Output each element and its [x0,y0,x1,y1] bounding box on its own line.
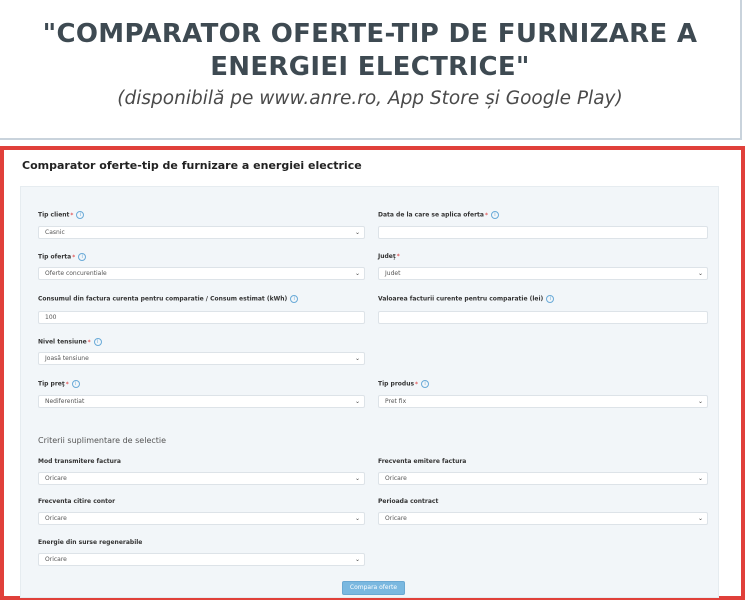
info-icon[interactable]: i [290,295,299,303]
valoare-factura-label: Valoarea facturii curente pentru compara… [378,295,555,303]
perioada-contract-label: Perioada contract [378,498,439,505]
chevron-down-icon: ⌄ [354,229,360,236]
chevron-down-icon: ⌄ [354,355,360,362]
mod-transmitere-label: Mod transmitere factura [38,458,121,465]
energie-regenerabila-label: Energie din surse regenerabile [38,539,143,546]
banner-subtitle: (disponibilă pe www.anre.ro, App Store ș… [117,88,623,109]
nivel-tensiune-label: Nivel tensiune* i [38,338,102,346]
data-oferta-label: Data de la care se aplica oferta* i [378,211,499,219]
section-title: Criterii suplimentare de selectie [38,436,167,445]
tip-client-label: Tip client* i [38,211,85,219]
chevron-down-icon: ⌄ [697,515,703,522]
banner-title-line2: ENERGIEI ELECTRICE" [210,52,530,82]
chevron-down-icon: ⌄ [354,556,360,563]
info-icon[interactable]: i [76,211,85,219]
chevron-down-icon: ⌄ [697,270,703,277]
form-title: Comparator oferte-tip de furnizare a ene… [22,159,362,172]
tip-pret-select[interactable]: Nediferentiat ⌄ [38,395,365,408]
compare-offers-button[interactable]: Compara oferte [342,581,405,595]
info-icon[interactable]: i [78,253,87,261]
mod-transmitere-select[interactable]: Oricare ⌄ [38,472,365,485]
consum-input[interactable]: 100 [38,311,365,324]
tip-client-select[interactable]: Casnic ⌄ [38,226,365,239]
info-icon[interactable]: i [93,338,102,346]
banner-title: "COMPARATOR OFERTE-TIP DE FURNIZARE A EN… [20,18,720,84]
data-oferta-input[interactable] [378,226,708,239]
comparator-frame: Comparator oferte-tip de furnizare a ene… [0,146,745,600]
tip-oferta-select[interactable]: Oferte concurentiale ⌄ [38,267,365,280]
nivel-tensiune-select[interactable]: Joasă tensiune ⌄ [38,352,365,365]
tip-pret-label: Tip preţ* i [38,380,80,388]
perioada-contract-select[interactable]: Oricare ⌄ [378,512,708,525]
info-icon[interactable]: i [546,295,555,303]
chevron-down-icon: ⌄ [697,475,703,482]
chevron-down-icon: ⌄ [354,475,360,482]
valoare-factura-input[interactable] [378,311,708,324]
form-panel: Tip client* i Casnic ⌄ Data de la care se … [20,186,719,598]
frecventa-emitere-label: Frecventa emitere factura [378,458,467,465]
tip-produs-label: Tip produs* i [378,380,430,388]
judet-select[interactable]: Judet ⌄ [378,267,708,280]
info-icon[interactable]: i [421,380,430,388]
info-icon[interactable]: i [71,380,80,388]
banner-title-line1: "COMPARATOR OFERTE-TIP DE FURNIZARE A [42,19,698,49]
frecventa-emitere-select[interactable]: Oricare ⌄ [378,472,708,485]
frecventa-citire-label: Frecventa citire contor [38,498,116,505]
judet-label: Judeţ* [378,253,400,260]
chevron-down-icon: ⌄ [354,270,360,277]
chevron-down-icon: ⌄ [354,515,360,522]
consum-label: Consumul din factura curenta pentru comp… [38,295,299,303]
tip-produs-select[interactable]: Pret fix ⌄ [378,395,708,408]
banner: "COMPARATOR OFERTE-TIP DE FURNIZARE A EN… [0,0,742,140]
chevron-down-icon: ⌄ [697,398,703,405]
tip-oferta-label: Tip oferta* i [38,253,87,261]
energie-regenerabila-select[interactable]: Oricare ⌄ [38,553,365,566]
info-icon[interactable]: i [490,211,499,219]
frecventa-citire-select[interactable]: Oricare ⌄ [38,512,365,525]
chevron-down-icon: ⌄ [354,398,360,405]
